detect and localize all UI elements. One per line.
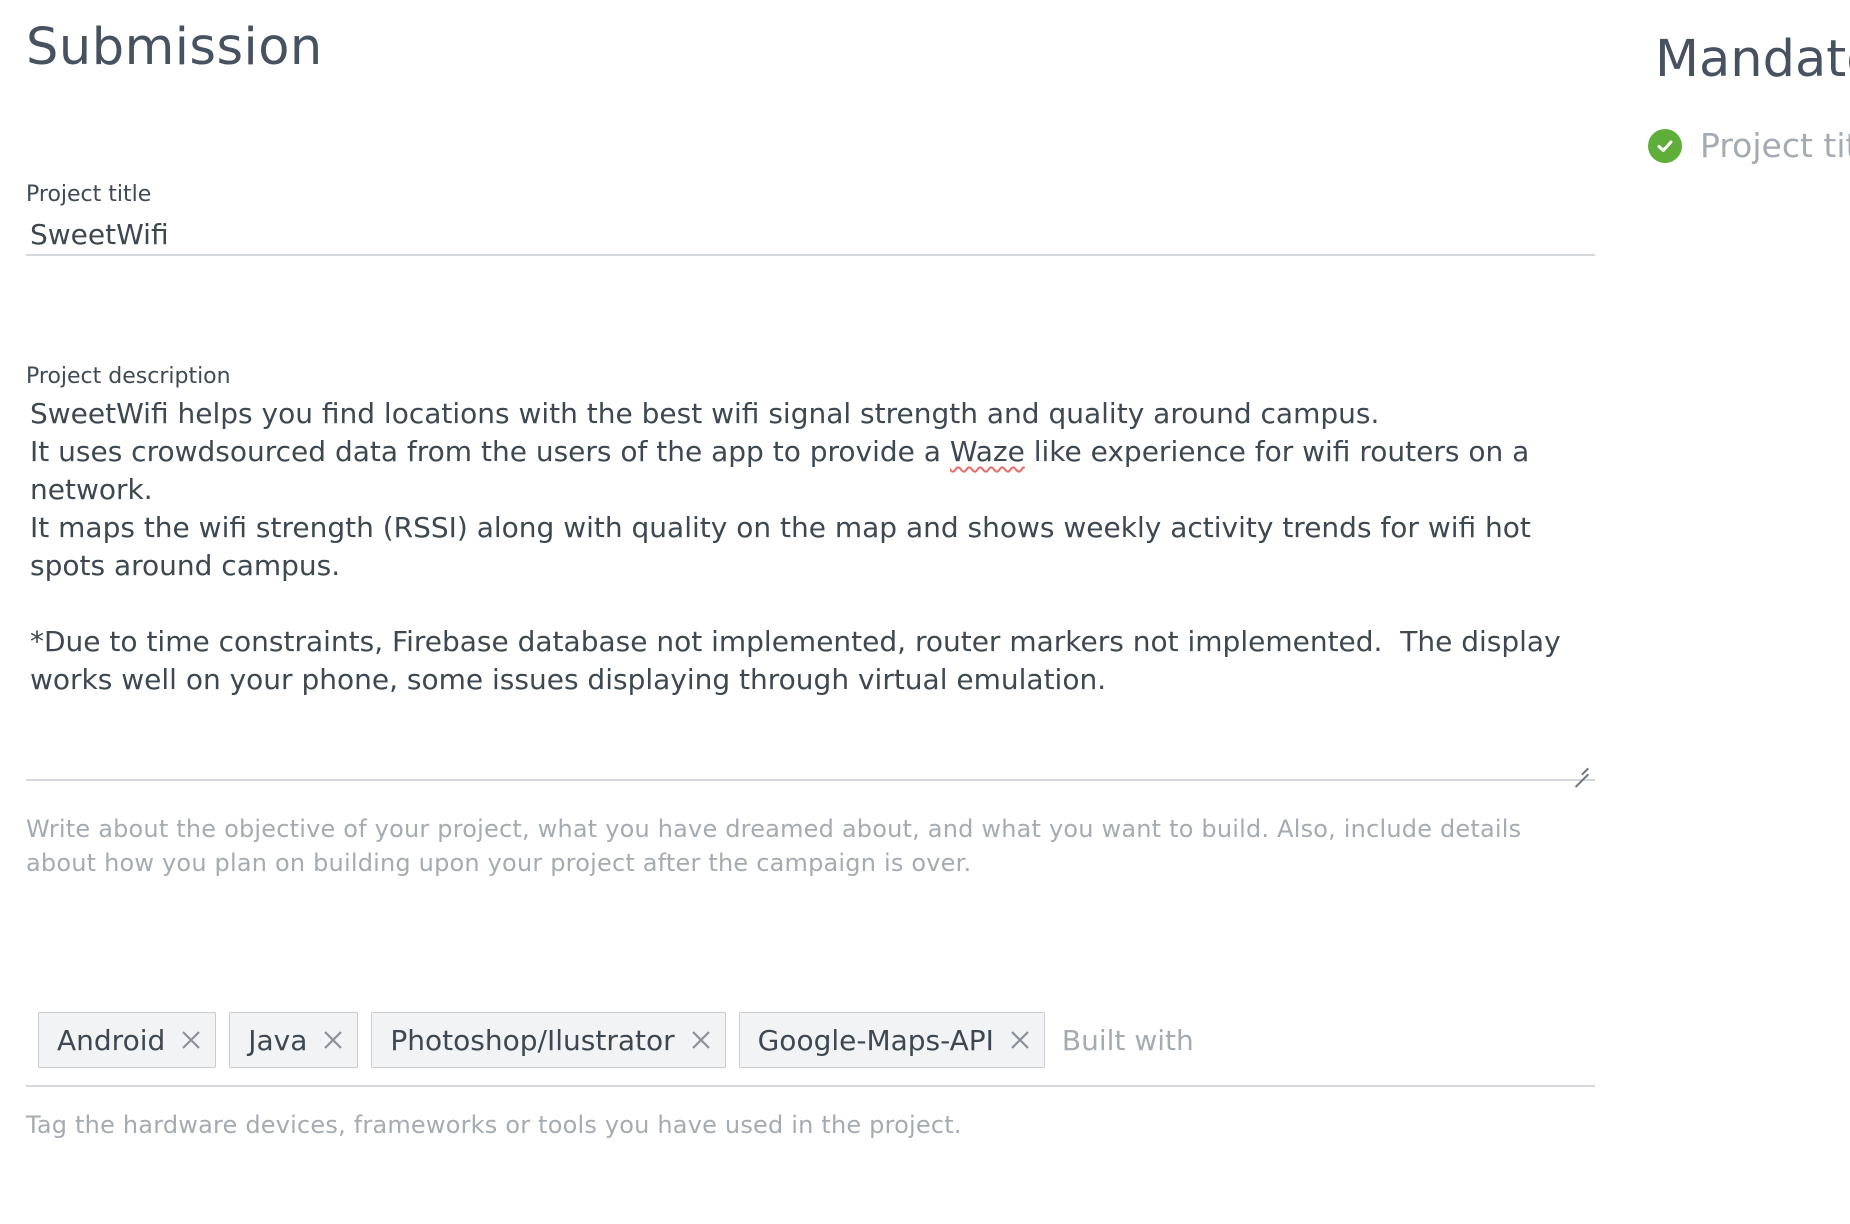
project-description-textarea[interactable]: SweetWifi helps you find locations with … [26, 395, 1595, 781]
remove-tag-icon[interactable] [689, 1028, 713, 1052]
resize-handle-icon[interactable] [1575, 761, 1589, 775]
remove-tag-icon[interactable] [321, 1028, 345, 1052]
tag-label: Java [248, 1023, 308, 1057]
checklist-item-project-title[interactable]: Project title [1648, 126, 1850, 165]
spellcheck-word: Waze [949, 435, 1025, 468]
checklist-item-label: Project title [1700, 126, 1850, 165]
built-with-tags-field[interactable]: Android Java Photoshop/Ilustrator Google… [26, 995, 1595, 1087]
page-title: Submission [26, 18, 323, 77]
description-line: It uses crowdsourced data from the users… [30, 435, 950, 468]
description-line: *Due to time constraints, Firebase datab… [30, 625, 1570, 696]
built-with-input[interactable] [1057, 1023, 1262, 1057]
remove-tag-icon[interactable] [1008, 1028, 1032, 1052]
tag-google-maps-api: Google-Maps-API [738, 1012, 1045, 1068]
tag-label: Android [57, 1023, 166, 1057]
mandatory-checklist-sidebar: Mandatory Project title [1648, 0, 1850, 300]
tag-label: Google-Maps-API [757, 1023, 994, 1057]
tag-java: Java [229, 1012, 359, 1068]
description-line: It maps the wifi strength (RSSI) along w… [30, 511, 1540, 582]
project-description-label: Project description [26, 364, 231, 389]
project-description-hint: Write about the objective of your projec… [26, 815, 1522, 877]
sidebar-title: Mandatory [1655, 30, 1850, 89]
tag-photoshop-ilustrator: Photoshop/Ilustrator [371, 1012, 726, 1068]
checkmark-circle-icon [1648, 128, 1682, 163]
project-title-label: Project title [26, 182, 152, 207]
tag-label: Photoshop/Ilustrator [390, 1023, 675, 1057]
tag-android: Android [38, 1012, 217, 1068]
remove-tag-icon[interactable] [179, 1028, 203, 1052]
description-line: SweetWifi helps you find locations with … [30, 397, 1380, 430]
project-title-input[interactable] [26, 214, 1595, 256]
built-with-hint: Tag the hardware devices, frameworks or … [26, 1111, 962, 1139]
